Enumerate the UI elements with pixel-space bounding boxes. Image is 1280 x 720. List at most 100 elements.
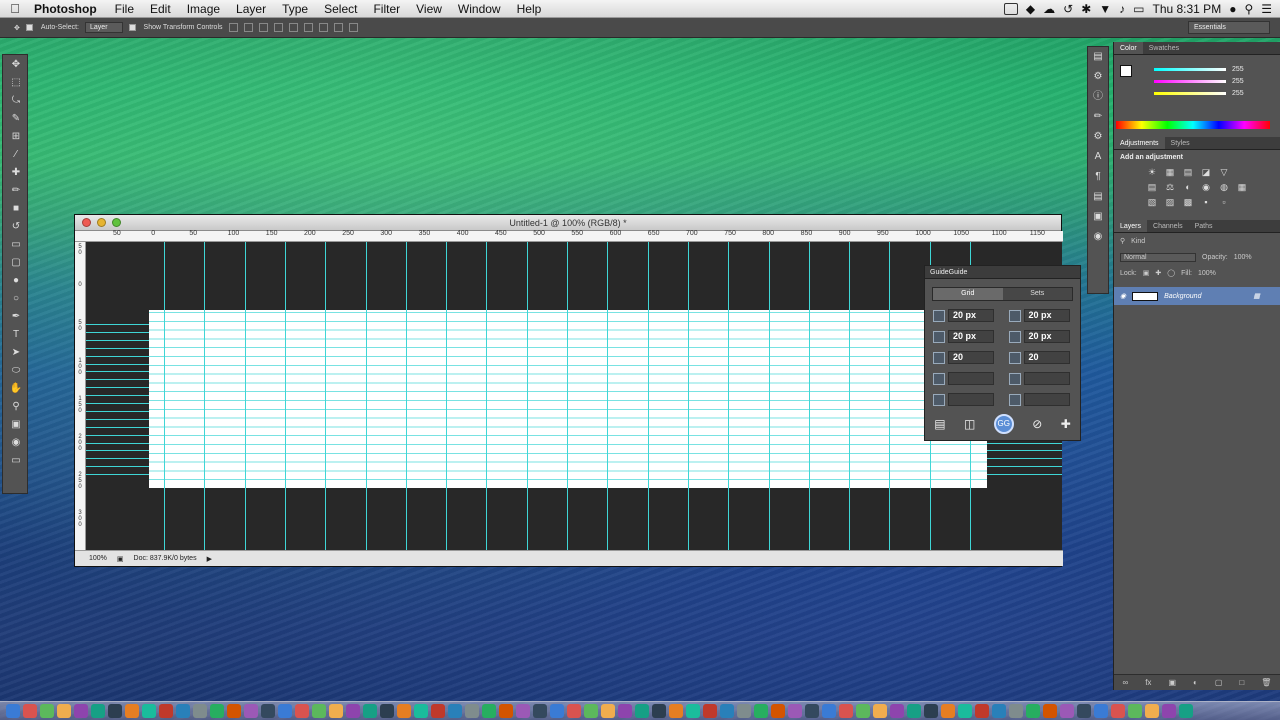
horizontal-guide[interactable] (86, 458, 149, 460)
dock-app-icon[interactable] (74, 704, 88, 718)
horizontal-guide[interactable] (86, 331, 149, 333)
layer-name[interactable]: Background (1164, 293, 1201, 300)
marquee-tool-icon[interactable]: ⬚ (3, 73, 29, 91)
dock-app-icon[interactable] (142, 704, 156, 718)
notifications-icon[interactable]: ☰ (1261, 2, 1272, 16)
canvas[interactable] (149, 310, 987, 488)
color-swatches-icon[interactable]: ▣ (3, 415, 29, 433)
dock-app-icon[interactable] (975, 704, 989, 718)
shape-tool-icon[interactable]: ⬭ (3, 361, 29, 379)
dock-app-icon[interactable] (686, 704, 700, 718)
vertical-guide[interactable] (567, 242, 568, 551)
menu-type[interactable]: Type (274, 2, 316, 16)
dodge-tool-icon[interactable]: ○ (3, 289, 29, 307)
dock-app-icon[interactable] (1162, 704, 1176, 718)
horizontal-guide[interactable] (86, 410, 149, 412)
new-layer-icon[interactable]: □ (1239, 678, 1244, 687)
red-slider[interactable] (1154, 67, 1226, 71)
new-group-icon[interactable]: ▢ (1215, 678, 1223, 687)
dock-app-icon[interactable] (448, 704, 462, 718)
paragraph-icon[interactable]: ¶ (1088, 167, 1108, 187)
brightness-icon[interactable]: ☀ (1145, 167, 1159, 178)
pasteboard[interactable] (86, 242, 1062, 551)
vertical-guide[interactable] (526, 242, 528, 551)
move-tool-icon[interactable]: ✥ (3, 55, 29, 73)
menu-image[interactable]: Image (179, 2, 228, 16)
opacity-value[interactable]: 100% (1234, 254, 1252, 261)
eyedropper-tool-icon[interactable]: ⁄ (3, 145, 29, 163)
horizontal-guide[interactable] (987, 450, 1062, 452)
black-white-icon[interactable]: ◐ (1181, 182, 1195, 193)
horizontal-guide[interactable] (86, 363, 149, 365)
horizontal-guide[interactable] (86, 347, 149, 349)
menubar-clock[interactable]: Thu 8:31 PM (1152, 2, 1221, 16)
menu-select[interactable]: Select (316, 2, 365, 16)
horizontal-guide[interactable] (987, 458, 1062, 460)
row-gutter-field[interactable] (1023, 393, 1070, 406)
horizontal-guide[interactable] (86, 434, 149, 436)
column-gutter-field[interactable] (948, 393, 994, 406)
tab-paths[interactable]: Paths (1189, 220, 1219, 232)
columns-field[interactable]: 20 (948, 351, 994, 364)
dock-app-icon[interactable] (1145, 704, 1159, 718)
vertical-guide[interactable] (687, 242, 689, 551)
blend-mode-dropdown[interactable]: Normal (1120, 252, 1196, 262)
dock-app-icon[interactable] (6, 704, 20, 718)
align-center-icon[interactable] (288, 23, 298, 32)
dock-app-icon[interactable] (1179, 704, 1193, 718)
dock-app-icon[interactable] (618, 704, 632, 718)
dock-app-icon[interactable] (261, 704, 275, 718)
margin-left-field[interactable]: 20 px (948, 309, 994, 322)
dropbox-icon[interactable]: ◆ (1026, 2, 1035, 16)
make-grid-button[interactable]: GG (993, 414, 1014, 434)
vertical-ruler[interactable]: 5 0 0 5 0 1 0 0 1 5 0 2 0 0 2 5 0 3 0 0 (75, 242, 86, 551)
distribute-3-icon[interactable] (348, 23, 358, 32)
dock-app-icon[interactable] (482, 704, 496, 718)
dock-app-icon[interactable] (720, 704, 734, 718)
menu-help[interactable]: Help (509, 2, 550, 16)
horizontal-guide[interactable] (86, 387, 149, 389)
margin-right-field[interactable]: 20 px (1023, 309, 1070, 322)
curves-icon[interactable]: ▤ (1181, 167, 1195, 178)
hue-saturation-icon[interactable]: ▤ (1145, 182, 1159, 193)
rows-field[interactable]: 20 (1023, 351, 1070, 364)
kind-filter[interactable]: Kind (1131, 238, 1145, 245)
user-icon[interactable]: ● (1229, 2, 1236, 16)
notes-icon[interactable]: ▤ (1088, 187, 1108, 207)
dock-app-icon[interactable] (1094, 704, 1108, 718)
tab-color[interactable]: Color (1114, 42, 1143, 54)
gradient-tool-icon[interactable]: ▢ (3, 253, 29, 271)
dock-app-icon[interactable] (210, 704, 224, 718)
dock-app-icon[interactable] (431, 704, 445, 718)
vertical-guide[interactable] (284, 242, 286, 551)
dock-app-icon[interactable] (567, 704, 581, 718)
horizontal-guide[interactable] (86, 339, 149, 341)
move-tool-icon[interactable]: ✥ (14, 24, 20, 32)
green-value[interactable]: 255 (1232, 78, 1244, 85)
vertical-guide[interactable] (446, 242, 448, 551)
screen-mode-icon[interactable]: ▭ (3, 451, 29, 469)
quick-select-tool-icon[interactable]: ✎ (3, 109, 29, 127)
distribute-icon[interactable] (318, 23, 328, 32)
doc-info[interactable]: Doc: 837.9K/0 bytes (134, 555, 197, 562)
dock-app-icon[interactable] (176, 704, 190, 718)
close-icon[interactable] (82, 218, 91, 227)
apple-icon[interactable]:  (0, 1, 30, 16)
trash-icon[interactable]: 🗑 (1261, 678, 1271, 687)
dock-app-icon[interactable] (1128, 704, 1142, 718)
dock-app-icon[interactable] (550, 704, 564, 718)
vertical-guide[interactable] (647, 242, 649, 551)
dock-app-icon[interactable] (193, 704, 207, 718)
distribute-2-icon[interactable] (333, 23, 343, 32)
menu-filter[interactable]: Filter (365, 2, 408, 16)
dock-app-icon[interactable] (533, 704, 547, 718)
horizontal-guide[interactable] (86, 474, 149, 476)
vertical-guide[interactable] (365, 242, 367, 551)
dock-app-icon[interactable] (312, 704, 326, 718)
dock-app-icon[interactable] (873, 704, 887, 718)
dock-app-icon[interactable] (23, 704, 37, 718)
dock-app-icon[interactable] (1111, 704, 1125, 718)
dock-app-icon[interactable] (159, 704, 173, 718)
zoom-level[interactable]: 100% (89, 555, 107, 562)
horizontal-midpoint-icon[interactable]: ▤ (934, 417, 945, 431)
